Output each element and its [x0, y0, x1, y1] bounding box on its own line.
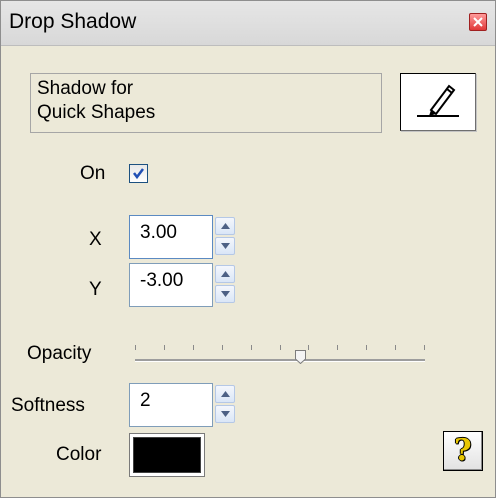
description-line-1: Shadow for — [37, 78, 134, 99]
x-increment-button[interactable] — [215, 217, 235, 235]
on-checkbox[interactable] — [129, 164, 148, 183]
softness-input[interactable]: 2 — [129, 383, 213, 427]
opacity-slider-tick — [135, 345, 136, 350]
question-mark-icon: ? — [454, 433, 472, 468]
opacity-slider[interactable] — [135, 341, 425, 371]
opacity-slider-tick — [222, 345, 223, 350]
x-decrement-button[interactable] — [215, 237, 235, 255]
help-button[interactable]: ? — [443, 431, 483, 471]
opacity-slider-tick — [251, 345, 252, 350]
opacity-slider-tick — [395, 345, 396, 350]
close-button[interactable] — [469, 13, 487, 31]
y-spin-buttons — [215, 265, 235, 305]
drop-shadow-dialog: Drop Shadow Shadow for Quick Shapes On X… — [0, 0, 496, 498]
arrow-up-icon — [221, 271, 230, 277]
opacity-slider-tick — [193, 345, 194, 350]
description-line-2: Quick Shapes — [37, 102, 156, 123]
x-input[interactable]: 3.00 — [129, 215, 213, 259]
color-label: Color — [56, 444, 102, 465]
opacity-slider-tick — [337, 345, 338, 350]
arrow-up-icon — [221, 223, 230, 229]
opacity-slider-tick — [164, 345, 165, 350]
checkmark-icon — [133, 168, 144, 180]
title-bar[interactable]: Drop Shadow — [1, 1, 495, 46]
arrow-down-icon — [221, 291, 230, 297]
x-spin-buttons — [215, 217, 235, 257]
y-spinner: -3.00 — [129, 263, 249, 307]
y-input[interactable]: -3.00 — [129, 263, 213, 307]
on-label: On — [80, 163, 106, 184]
opacity-slider-thumb[interactable] — [295, 350, 306, 364]
arrow-down-icon — [221, 243, 230, 249]
window-title: Drop Shadow — [9, 10, 137, 33]
description-panel: Shadow for Quick Shapes — [30, 73, 382, 133]
y-decrement-button[interactable] — [215, 285, 235, 303]
opacity-slider-tick — [308, 345, 309, 350]
softness-decrement-button[interactable] — [215, 405, 235, 423]
softness-label: Softness — [11, 395, 85, 416]
opacity-slider-track — [135, 359, 425, 362]
arrow-up-icon — [221, 391, 230, 397]
softness-spin-buttons — [215, 385, 235, 425]
close-icon — [473, 17, 483, 27]
arrow-down-icon — [221, 411, 230, 417]
opacity-label: Opacity — [27, 343, 92, 364]
pen-icon — [417, 84, 459, 117]
opacity-slider-tick — [280, 345, 281, 350]
color-swatch-fill — [133, 437, 201, 473]
softness-spinner: 2 — [129, 383, 249, 427]
y-label: Y — [89, 279, 102, 300]
opacity-slider-tick — [366, 345, 367, 350]
opacity-slider-tick — [424, 345, 425, 350]
tool-icon-box[interactable] — [400, 73, 476, 131]
x-spinner: 3.00 — [129, 215, 249, 259]
y-increment-button[interactable] — [215, 265, 235, 283]
color-picker-button[interactable] — [129, 433, 205, 477]
x-label: X — [89, 229, 102, 250]
softness-increment-button[interactable] — [215, 385, 235, 403]
